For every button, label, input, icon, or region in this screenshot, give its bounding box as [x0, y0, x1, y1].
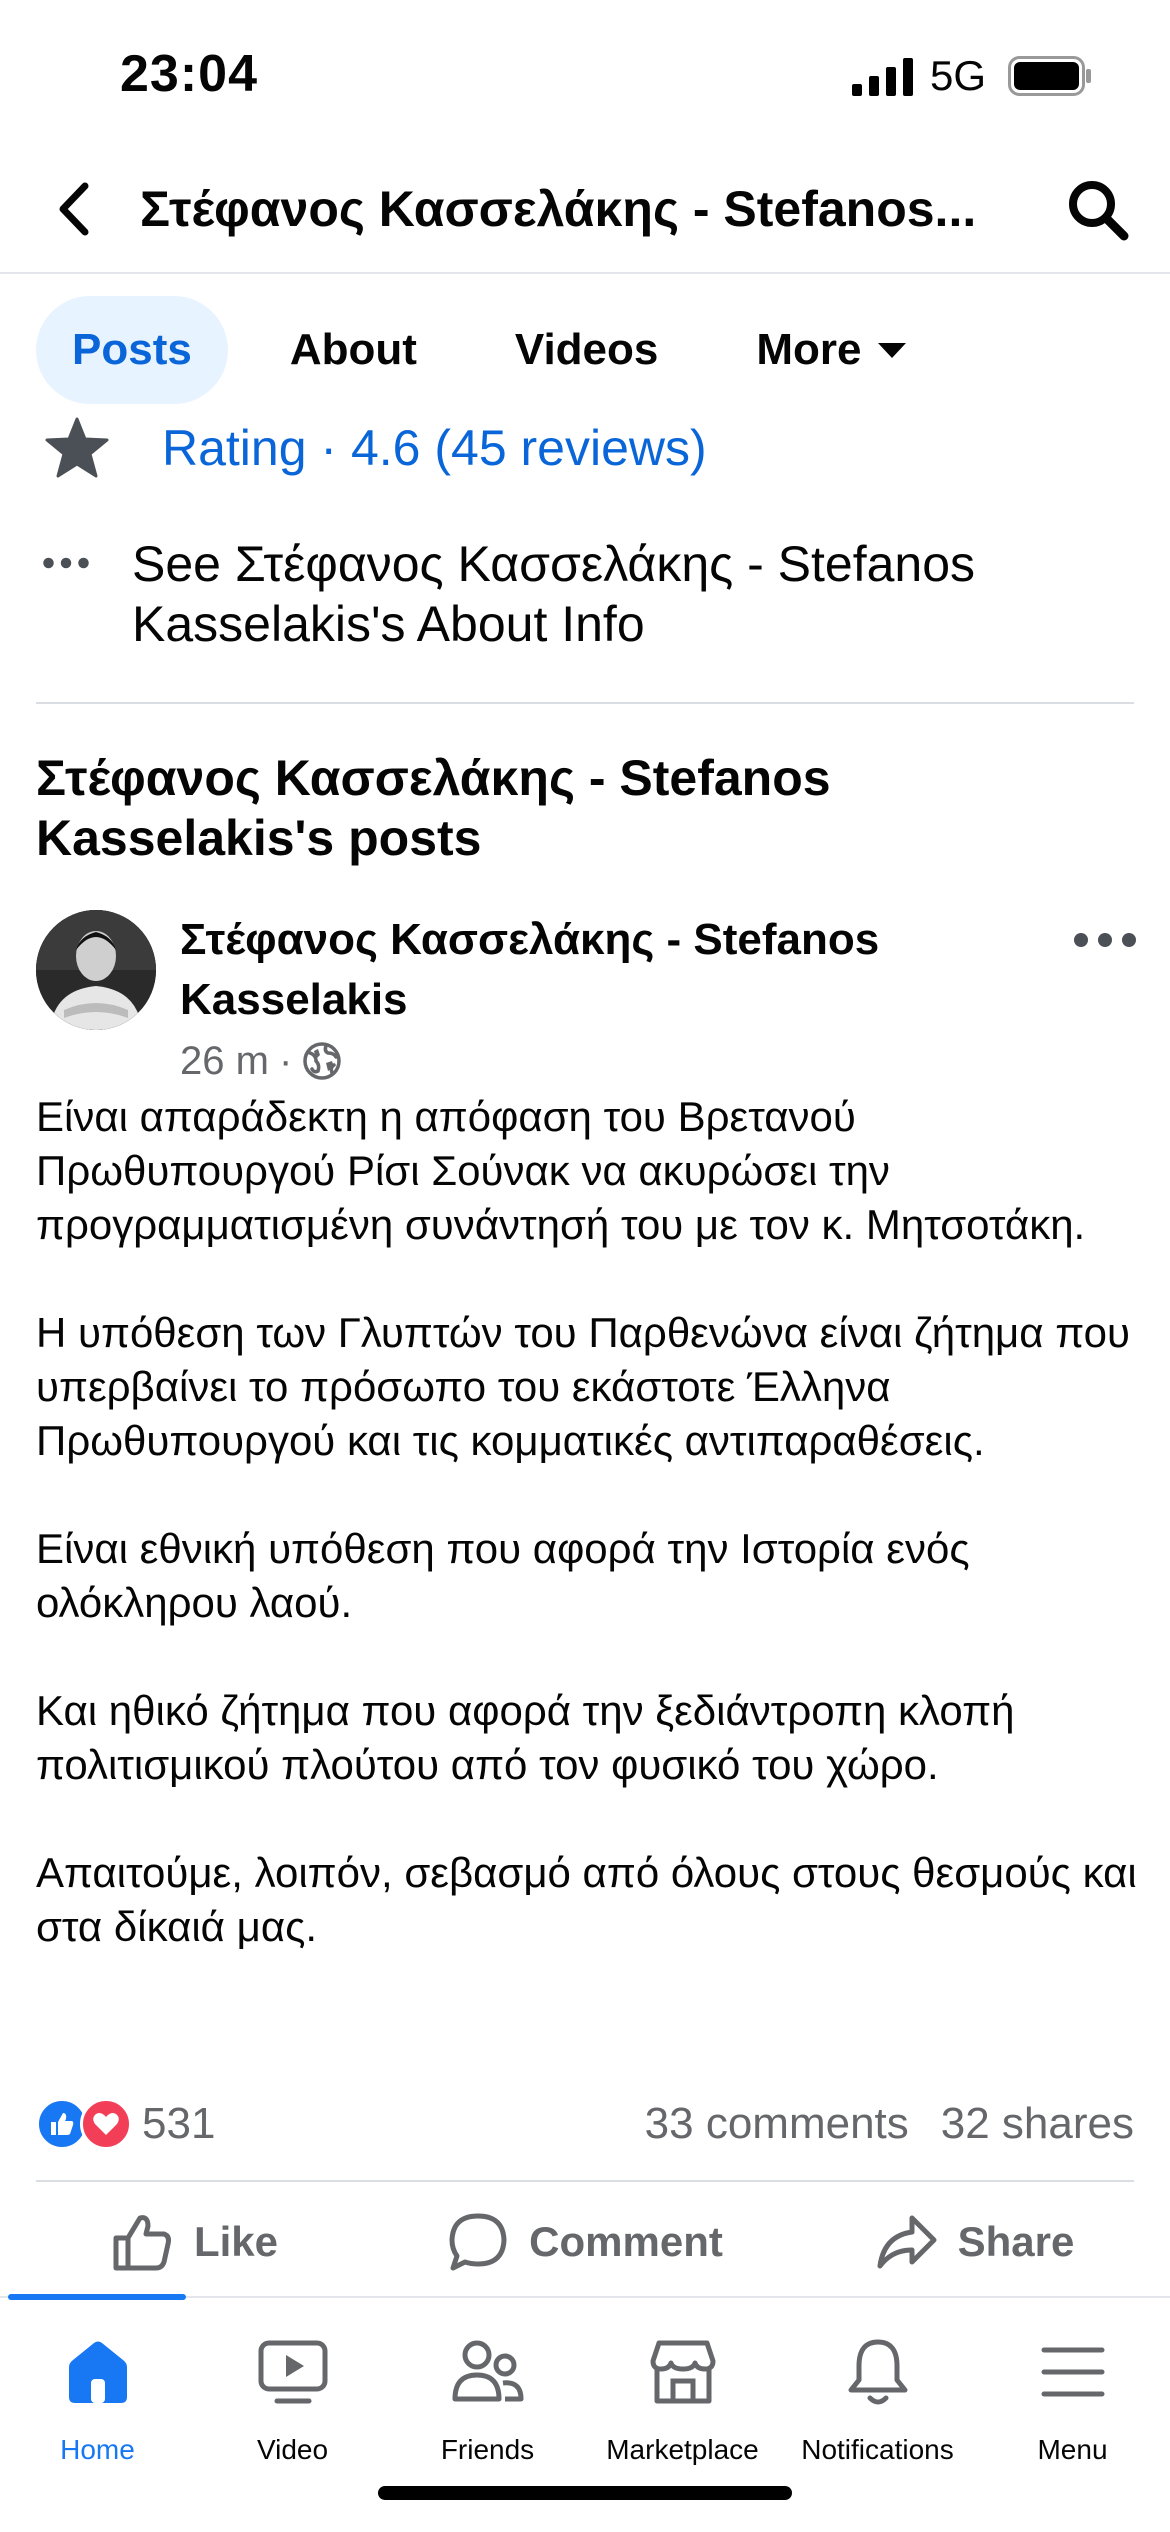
- active-tab-indicator: [8, 2294, 186, 2300]
- friends-icon: [450, 2334, 526, 2410]
- tab-label: Home: [60, 2434, 135, 2465]
- home-icon: [60, 2334, 136, 2410]
- globe-icon: [303, 1042, 342, 1080]
- like-icon: [113, 2215, 171, 2271]
- post-paragraph: Απαιτούμε, λοιπόν, σεβασμό από όλους στο…: [36, 1849, 1137, 1950]
- status-time: 23:04: [120, 45, 258, 103]
- comment-icon: [449, 2213, 507, 2271]
- post-paragraph: Η υπόθεση των Γλυπτών του Παρθενώνα είνα…: [36, 1309, 1130, 1464]
- shares-count[interactable]: 32 shares: [941, 2099, 1134, 2149]
- about-info-row[interactable]: See Στέφανος Κασσελάκης - Stefanos Kasse…: [36, 534, 1136, 654]
- status-bar: 23:04 5G: [0, 0, 1170, 150]
- battery-icon: [1008, 56, 1091, 96]
- tab-about[interactable]: About: [254, 296, 453, 404]
- rating-row[interactable]: Rating · 4.6 (45 reviews): [36, 410, 1136, 486]
- more-dots-icon: [43, 557, 89, 569]
- posts-heading: Στέφανος Κασσελάκης - Stefanos Kasselaki…: [36, 750, 831, 866]
- tab-label: Posts: [72, 325, 192, 374]
- section-divider: [36, 702, 1134, 704]
- chevron-left-icon: [59, 182, 89, 236]
- tab-home[interactable]: Home: [0, 2334, 195, 2466]
- tab-label: Menu: [1037, 2434, 1108, 2465]
- post-meta: 26 m ·: [180, 1036, 342, 1086]
- reactions-summary[interactable]: 531 33 comments 32 shares: [36, 2092, 1134, 2156]
- reaction-count: 531: [142, 2099, 216, 2148]
- tab-label: About: [289, 325, 417, 374]
- post-actions: Like Comment Share: [0, 2190, 1170, 2294]
- like-label: Like: [193, 2218, 279, 2265]
- post-body: Είναι απαράδεκτη η απόφαση του Βρετανού …: [36, 1090, 1146, 2008]
- tab-label: Video: [256, 2434, 329, 2465]
- avatar[interactable]: [36, 910, 156, 1030]
- back-button[interactable]: [38, 174, 108, 244]
- network-type: 5G: [930, 52, 987, 99]
- tab-notifications[interactable]: Notifications: [780, 2334, 975, 2466]
- tab-video[interactable]: Video: [195, 2334, 390, 2466]
- comment-label: Comment: [529, 2218, 723, 2265]
- actions-divider: [36, 2180, 1134, 2182]
- reaction-icons: [36, 2098, 134, 2150]
- rating-link[interactable]: Rating · 4.6 (45 reviews): [162, 419, 707, 477]
- post-options-icon[interactable]: [1070, 920, 1140, 960]
- search-button[interactable]: [1058, 170, 1138, 250]
- caret-down-icon: [877, 342, 906, 358]
- about-info-text: See Στέφανος Κασσελάκης - Stefanos Kasse…: [132, 536, 976, 652]
- page-title: Στέφανος Κασσελάκης - Stefanos...: [140, 181, 977, 237]
- comments-count[interactable]: 33 comments: [645, 2099, 909, 2149]
- meta-separator: ·: [278, 1038, 293, 1083]
- search-icon: [1069, 181, 1129, 241]
- post-author[interactable]: Στέφανος Κασσελάκης - Stefanos Kasselaki…: [180, 910, 940, 1030]
- bell-icon: [840, 2334, 916, 2410]
- comment-button[interactable]: Comment: [390, 2212, 780, 2272]
- tab-label: Videos: [514, 325, 659, 374]
- page-header: Στέφανος Κασσελάκης - Stefanos...: [0, 150, 1170, 274]
- star-icon: [36, 413, 118, 483]
- tab-menu[interactable]: Menu: [975, 2334, 1170, 2466]
- engagement-counts: 33 comments 32 shares: [645, 2099, 1134, 2149]
- tab-more[interactable]: More: [720, 296, 941, 404]
- share-icon: [877, 2215, 937, 2269]
- home-indicator: [378, 2486, 792, 2500]
- tab-friends[interactable]: Friends: [390, 2334, 585, 2466]
- tab-label: Marketplace: [606, 2434, 759, 2465]
- signal-icon: [852, 58, 913, 96]
- video-icon: [255, 2334, 331, 2410]
- tab-label: Notifications: [801, 2434, 954, 2465]
- post-time[interactable]: 26 m: [180, 1039, 269, 1084]
- marketplace-icon: [645, 2334, 721, 2410]
- tab-label: Friends: [440, 2434, 535, 2465]
- share-label: Share: [957, 2218, 1075, 2265]
- tab-posts[interactable]: Posts: [36, 296, 228, 404]
- tab-marketplace[interactable]: Marketplace: [585, 2334, 780, 2466]
- love-reaction-icon: [80, 2098, 132, 2150]
- tab-label: More: [756, 325, 862, 374]
- like-button[interactable]: Like: [0, 2212, 390, 2272]
- profile-tabs: Posts About Videos More: [36, 296, 968, 404]
- share-button[interactable]: Share: [780, 2214, 1170, 2270]
- post-paragraph: Και ηθικό ζήτημα που αφορά την ξεδιάντρο…: [36, 1687, 1015, 1788]
- post-paragraph: Είναι εθνική υπόθεση που αφορά την Ιστορ…: [36, 1525, 970, 1626]
- menu-icon: [1035, 2334, 1111, 2410]
- post-paragraph: Είναι απαράδεκτη η απόφαση του Βρετανού …: [36, 1093, 1086, 1248]
- tab-videos[interactable]: Videos: [479, 296, 694, 404]
